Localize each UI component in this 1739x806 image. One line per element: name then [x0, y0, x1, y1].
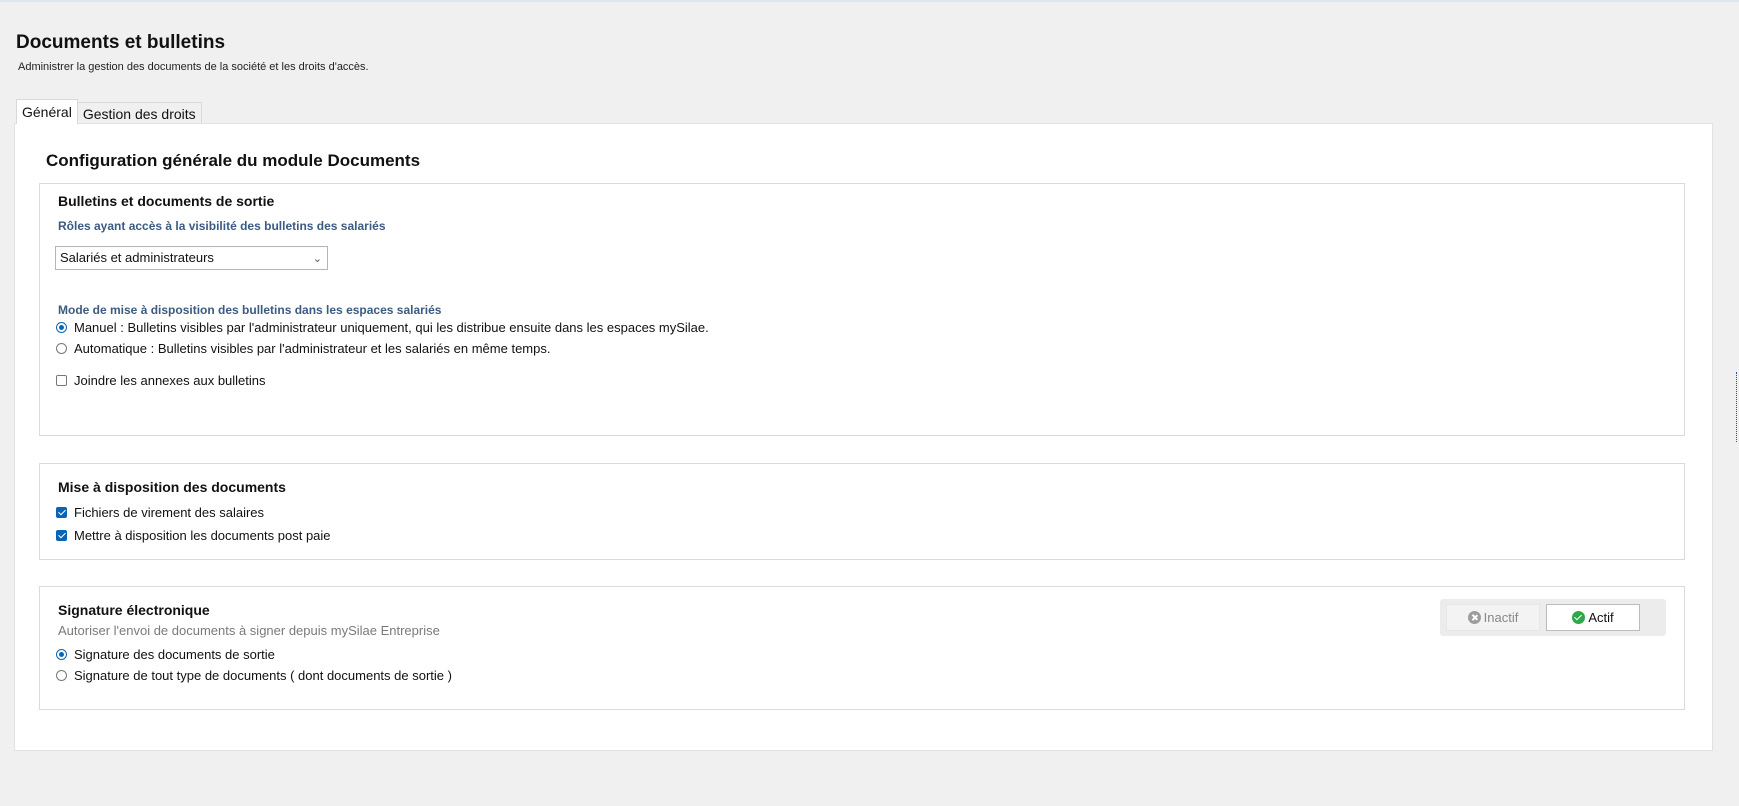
page-title: Documents et bulletins — [16, 32, 226, 53]
mode-option-label: Automatique : Bulletins visibles par l'a… — [74, 341, 551, 356]
radio-icon[interactable] — [56, 343, 67, 354]
roles-label: Rôles ayant accès à la visibilité des bu… — [58, 219, 386, 233]
bulletins-group: Bulletins et documents de sortie Rôles a… — [39, 183, 1685, 436]
toggle-active-label: Actif — [1588, 610, 1614, 625]
checkbox-checked-icon[interactable] — [56, 507, 67, 518]
documents-group: Mise à disposition des documents Fichier… — [39, 463, 1685, 560]
radio-selected-icon[interactable] — [56, 649, 67, 660]
radio-icon[interactable] — [56, 670, 67, 681]
signature-option-label: Signature de tout type de documents ( do… — [74, 668, 452, 683]
mode-option-label: Manuel : Bulletins visibles par l'admini… — [74, 320, 709, 335]
section-title: Configuration générale du module Documen… — [46, 151, 421, 170]
checkbox-label: Joindre les annexes aux bulletins — [74, 373, 266, 388]
roles-select[interactable]: Salariés et administrateurs ⌄ — [55, 246, 328, 270]
mode-label: Mode de mise à disposition des bulletins… — [58, 303, 442, 317]
tab-panel-general: Configuration générale du module Documen… — [14, 123, 1713, 751]
tab-gestion-droits[interactable]: Gestion des droits — [76, 102, 202, 124]
documents-title: Mise à disposition des documents — [58, 479, 286, 495]
checkbox-checked-icon[interactable] — [56, 530, 67, 541]
tab-bar: Général Gestion des droits — [16, 99, 202, 124]
signature-description: Autoriser l'envoi de documents à signer … — [58, 623, 440, 638]
roles-select-value: Salariés et administrateurs — [60, 250, 214, 265]
tab-general[interactable]: Général — [16, 99, 78, 124]
toggle-active-button[interactable]: Actif — [1546, 604, 1640, 631]
signature-toggle: Inactif Actif — [1440, 599, 1666, 636]
signature-option-label: Signature des documents de sortie — [74, 647, 275, 662]
signature-title: Signature électronique — [58, 602, 210, 618]
radio-selected-icon[interactable] — [56, 322, 67, 333]
toggle-inactive-button[interactable]: Inactif — [1446, 604, 1540, 631]
virement-checkbox[interactable]: Fichiers de virement des salaires — [56, 505, 264, 520]
signature-group: Signature électronique Autoriser l'envoi… — [39, 586, 1685, 710]
checkbox-label: Mettre à disposition les documents post … — [74, 528, 331, 543]
attach-annexes-checkbox[interactable]: Joindre les annexes aux bulletins — [56, 373, 266, 388]
close-circle-icon — [1467, 611, 1481, 624]
checkbox-label: Fichiers de virement des salaires — [74, 505, 265, 520]
signature-option-sortie[interactable]: Signature des documents de sortie — [56, 647, 275, 662]
chevron-down-icon: ⌄ — [312, 253, 322, 265]
post-paie-checkbox[interactable]: Mettre à disposition les documents post … — [56, 528, 331, 543]
mode-option-automatique[interactable]: Automatique : Bulletins visibles par l'a… — [56, 341, 550, 356]
toggle-inactive-label: Inactif — [1483, 610, 1519, 625]
check-circle-icon — [1572, 611, 1586, 624]
checkbox-icon[interactable] — [56, 375, 67, 386]
signature-option-tout-type[interactable]: Signature de tout type de documents ( do… — [56, 668, 452, 683]
bulletins-title: Bulletins et documents de sortie — [58, 193, 275, 209]
mode-option-manuel[interactable]: Manuel : Bulletins visibles par l'admini… — [56, 320, 709, 335]
page-subtitle: Administrer la gestion des documents de … — [18, 61, 369, 73]
